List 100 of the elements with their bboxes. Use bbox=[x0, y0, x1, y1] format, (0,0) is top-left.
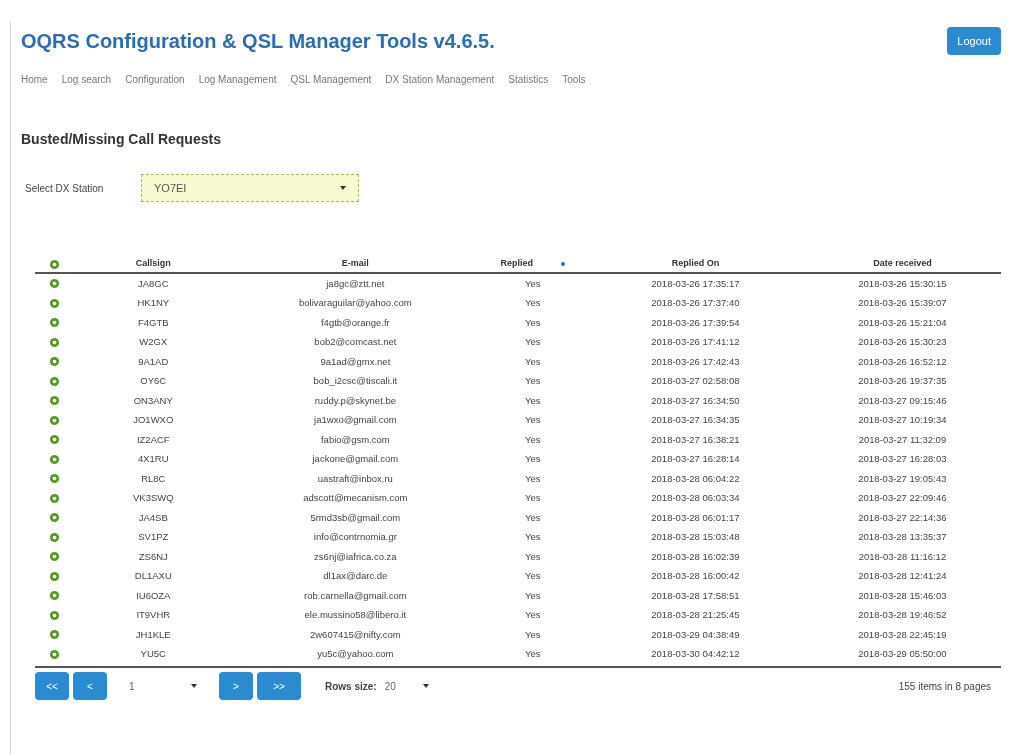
nav-link[interactable]: Log search bbox=[61, 72, 112, 87]
app-title: OQRS Configuration & QSL Manager Tools v4.6.5. bbox=[21, 29, 495, 54]
table-cell: Yes bbox=[525, 549, 541, 564]
table-cell: yu5c@yahoo.com bbox=[317, 647, 394, 662]
table-cell: Yes bbox=[525, 374, 541, 389]
table-cell: bob_i2csc@tiscali.it bbox=[313, 374, 398, 389]
table-cell: fabio@gsm.com bbox=[320, 432, 390, 447]
table-cell: W2GX bbox=[139, 335, 168, 350]
table-cell: 2018-03-27 10:19:34 bbox=[858, 413, 947, 428]
table-cell: 2018-03-27 16:28:03 bbox=[858, 452, 947, 467]
table-cell: 2018-03-26 17:39:54 bbox=[651, 315, 740, 330]
circle-icon[interactable] bbox=[49, 551, 61, 563]
table-cell: adscott@mecanism.com bbox=[303, 491, 408, 506]
circle-icon[interactable] bbox=[49, 648, 61, 660]
last-page-button[interactable]: >> bbox=[257, 672, 301, 700]
table-cell: 2018-03-28 13:35:37 bbox=[858, 530, 947, 545]
table-cell: 2018-03-27 22:14:36 bbox=[858, 510, 947, 525]
nav-link[interactable]: Tools bbox=[562, 72, 586, 87]
nav-link[interactable]: Home bbox=[21, 72, 48, 87]
table-cell: 2w607415@nifty.com bbox=[309, 627, 401, 642]
table-cell: 2018-03-27 19:05:43 bbox=[858, 471, 947, 486]
table-cell: Yes bbox=[525, 569, 541, 584]
column-header[interactable]: E-mail bbox=[341, 257, 369, 271]
table-cell: 2018-03-27 16:34:50 bbox=[651, 393, 740, 408]
table-cell: 2018-03-27 16:34:35 bbox=[651, 413, 740, 428]
column-header[interactable]: Replied On bbox=[671, 257, 720, 271]
table-cell: 2018-03-26 16:52:12 bbox=[858, 354, 947, 369]
caret-icon bbox=[422, 684, 429, 688]
table-cell: Yes bbox=[525, 276, 541, 291]
table-cell: Yes bbox=[525, 354, 541, 369]
table-cell: 2018-03-26 17:37:40 bbox=[651, 296, 740, 311]
table-cell: 2018-03-26 15:30:23 bbox=[858, 335, 947, 350]
logout-button[interactable]: Logout bbox=[947, 26, 1001, 56]
table-cell: bob2@comcast.net bbox=[314, 335, 397, 350]
table-cell: 2018-03-27 11:32:09 bbox=[858, 432, 947, 447]
circle-icon[interactable] bbox=[49, 336, 61, 348]
nav-link[interactable]: DX Station Management bbox=[385, 72, 495, 87]
rows-size-select[interactable]: 20 bbox=[376, 672, 437, 700]
circle-icon[interactable] bbox=[49, 473, 61, 485]
table-cell: Yes bbox=[525, 393, 541, 408]
circle-icon[interactable] bbox=[49, 278, 61, 290]
table-cell: F4GTB bbox=[137, 315, 169, 330]
table-cell: HK1NY bbox=[137, 296, 170, 311]
nav-link[interactable]: QSL Management bbox=[290, 72, 372, 87]
table-cell: 4X1RU bbox=[137, 452, 169, 467]
table-cell: 2018-03-27 16:28:14 bbox=[651, 452, 740, 467]
table-cell: rob.carnella@gmail.com bbox=[304, 588, 407, 603]
table-cell: Yes bbox=[525, 296, 541, 311]
nav-link[interactable]: Statistics bbox=[508, 72, 549, 87]
table-cell: VK3SWQ bbox=[132, 491, 174, 506]
table-cell: 2018-03-26 15:21:04 bbox=[858, 315, 947, 330]
caret-icon bbox=[340, 186, 346, 190]
table-cell: 2018-03-29 04:38:49 bbox=[651, 627, 740, 642]
table-cell: 2018-03-27 16:38:21 bbox=[651, 432, 740, 447]
table-cell: Yes bbox=[525, 335, 541, 350]
rows-size-label: Rows size: bbox=[325, 679, 377, 694]
column-header[interactable]: Date received bbox=[873, 257, 932, 271]
previous-page-button[interactable]: < bbox=[73, 672, 107, 700]
circle-icon[interactable] bbox=[49, 258, 61, 270]
circle-icon[interactable] bbox=[49, 395, 61, 407]
table-cell: Yes bbox=[525, 627, 541, 642]
table-cell: 2018-03-28 19:46:52 bbox=[858, 608, 947, 623]
next-page-button[interactable]: > bbox=[219, 672, 253, 700]
table-cell: 2018-03-30 04:42:12 bbox=[651, 647, 740, 662]
page-select[interactable]: 1 bbox=[111, 672, 215, 700]
table-cell: 9A1AD bbox=[138, 354, 169, 369]
circle-icon[interactable] bbox=[49, 512, 61, 524]
circle-icon[interactable] bbox=[49, 414, 61, 426]
circle-icon[interactable] bbox=[49, 590, 61, 602]
table-cell: ja8gc@ztt.net bbox=[326, 276, 385, 291]
circle-icon[interactable] bbox=[49, 453, 61, 465]
station-select[interactable]: YO7EI bbox=[141, 174, 359, 202]
table-cell: 2018-03-28 22:45:19 bbox=[858, 627, 947, 642]
nav-link[interactable]: Configuration bbox=[125, 72, 185, 87]
circle-icon[interactable] bbox=[49, 356, 61, 368]
table-cell: DL1AXU bbox=[134, 569, 172, 584]
nav-link[interactable]: Log Management bbox=[198, 72, 277, 87]
circle-icon[interactable] bbox=[49, 317, 61, 329]
circle-icon[interactable] bbox=[49, 531, 61, 543]
first-page-button[interactable]: << bbox=[35, 672, 69, 700]
column-header[interactable]: Replied bbox=[500, 257, 534, 271]
table-cell: 2018-03-26 17:35:17 bbox=[651, 276, 740, 291]
table-cell: 2018-03-27 22:09:46 bbox=[858, 491, 947, 506]
table-cell: Yes bbox=[525, 530, 541, 545]
table-cell: 2018-03-26 15:30:15 bbox=[858, 276, 947, 291]
circle-icon[interactable] bbox=[49, 375, 61, 387]
column-header[interactable]: Callsign bbox=[135, 257, 171, 271]
table-cell: f4gtb@orange.fr bbox=[320, 315, 390, 330]
table-cell: 2018-03-28 06:03:34 bbox=[651, 491, 740, 506]
table-cell: 2018-03-28 06:04:22 bbox=[651, 471, 740, 486]
table-cell: Yes bbox=[525, 588, 541, 603]
circle-icon[interactable] bbox=[49, 609, 61, 621]
caret-icon bbox=[191, 684, 197, 688]
circle-icon[interactable] bbox=[49, 492, 61, 504]
table-cell: info@contrnomia.gr bbox=[313, 530, 397, 545]
circle-icon[interactable] bbox=[49, 629, 61, 641]
circle-icon[interactable] bbox=[49, 434, 61, 446]
table-cell: 2018-03-26 17:42:43 bbox=[651, 354, 740, 369]
circle-icon[interactable] bbox=[49, 570, 61, 582]
circle-icon[interactable] bbox=[49, 297, 61, 309]
